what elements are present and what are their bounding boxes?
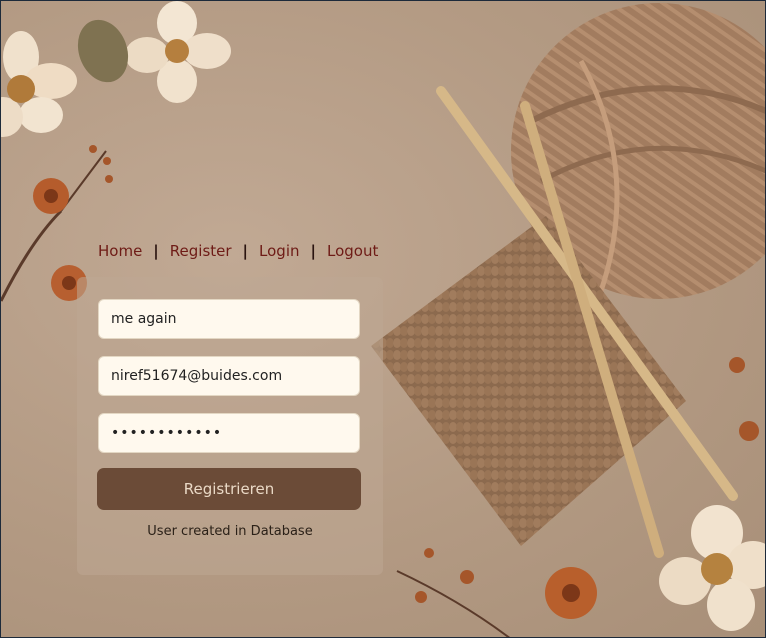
top-nav: Home | Register | Login | Logout	[98, 241, 378, 261]
password-input[interactable]	[98, 413, 360, 453]
nav-home-link[interactable]: Home	[98, 242, 142, 260]
status-message: User created in Database	[147, 524, 313, 539]
nav-separator: |	[153, 242, 159, 260]
register-submit-button[interactable]: Registrieren	[97, 468, 361, 510]
username-input[interactable]	[98, 299, 360, 339]
nav-register-link[interactable]: Register	[170, 242, 232, 260]
nav-login-link[interactable]: Login	[259, 242, 299, 260]
register-form-card: Registrieren User created in Database	[77, 277, 383, 575]
nav-separator: |	[310, 242, 316, 260]
nav-logout-link[interactable]: Logout	[327, 242, 378, 260]
nav-separator: |	[242, 242, 249, 260]
email-input[interactable]	[98, 356, 360, 396]
app-window: Home | Register | Login | Logout Registr…	[0, 0, 766, 638]
